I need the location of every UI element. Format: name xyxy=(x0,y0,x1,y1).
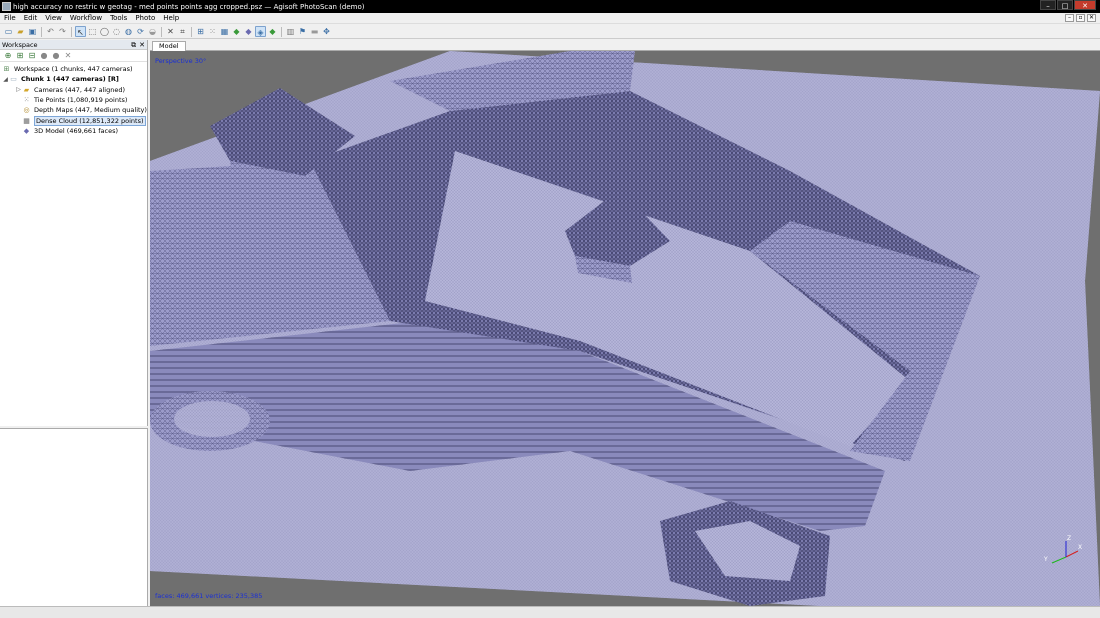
workspace-header: Workspace ⧉ ✕ xyxy=(0,40,147,50)
new-project-icon[interactable]: ▭ xyxy=(3,26,14,37)
show-cameras-icon[interactable]: ⊞ xyxy=(195,26,206,37)
toolbar-divider xyxy=(191,26,192,37)
depth-maps-icon: ◎ xyxy=(23,106,30,115)
perspective-label: Perspective 30° xyxy=(155,57,207,65)
mesh-render: Y X Z xyxy=(150,51,1100,606)
menu-tools[interactable]: Tools xyxy=(106,14,131,22)
menu-view[interactable]: View xyxy=(41,14,66,22)
add-chunk-icon[interactable]: ⊕ xyxy=(3,51,13,61)
minimize-button[interactable]: – xyxy=(1040,0,1056,10)
add-photos-icon[interactable]: ⊞ xyxy=(15,51,25,61)
tree-item-cameras[interactable]: ▷ ▰ Cameras (447, 447 aligned) xyxy=(0,85,147,95)
axis-label-x: X xyxy=(1078,544,1082,551)
tree-item-label: Depth Maps (447, Medium quality) xyxy=(34,106,147,115)
crop-selection-icon[interactable]: ⌗ xyxy=(177,26,188,37)
main-toolbar: ▭ ▰ ▣ ↶ ↷ ↖ ⬚ ◯ ◌ ◍ ⟳ ◒ ✕ ⌗ ⊞ ⁙ ▦ ◆ ◆ ◈ … xyxy=(0,25,1100,39)
model-icon: ◆ xyxy=(23,126,30,135)
toolbar-divider xyxy=(71,26,72,37)
workspace-icon: ⊞ xyxy=(3,65,10,74)
tree-item-workspace[interactable]: ⊞ Workspace (1 chunks, 447 cameras) xyxy=(0,64,147,74)
status-bar xyxy=(0,606,1100,618)
rectangle-selection-icon[interactable]: ⬚ xyxy=(87,26,98,37)
folder-icon: ▰ xyxy=(23,85,30,94)
menu-bar: File Edit View Workflow Tools Photo Help… xyxy=(0,13,1100,24)
workspace-panel: Workspace ⧉ ✕ ⊕ ⊞ ⊟ ● ● ✕ ⊞ Workspace (1… xyxy=(0,40,148,426)
collapse-arrow-icon[interactable]: ◢ xyxy=(2,76,9,83)
tree-item-label: Dense Cloud (12,851,322 points) xyxy=(34,115,146,126)
reset-view-icon[interactable]: ✥ xyxy=(321,26,332,37)
axis-label-y: Y xyxy=(1043,556,1048,563)
enable-icon[interactable]: ● xyxy=(39,51,49,61)
vehicle-left xyxy=(150,391,270,451)
doc-minimize-button[interactable]: – xyxy=(1065,14,1074,22)
remove-items-icon[interactable]: ✕ xyxy=(63,51,73,61)
disable-icon[interactable]: ● xyxy=(51,51,61,61)
toolbar-divider xyxy=(41,26,42,37)
dock-panel-icon[interactable]: ⧉ xyxy=(131,41,136,50)
view-tab-bar: Model xyxy=(150,40,1100,51)
tree-item-chunk[interactable]: ◢ ▭ Chunk 1 (447 cameras) [R] xyxy=(0,74,147,84)
workspace-toolbar: ⊕ ⊞ ⊟ ● ● ✕ xyxy=(0,50,147,62)
close-panel-icon[interactable]: ✕ xyxy=(139,41,145,50)
workspace-tree: ⊞ Workspace (1 chunks, 447 cameras) ◢ ▭ … xyxy=(0,62,147,136)
doc-restore-button[interactable]: ▫ xyxy=(1076,14,1085,22)
dense-cloud-icon[interactable]: ▦ xyxy=(219,26,230,37)
show-scalebars-icon[interactable]: ▬ xyxy=(309,26,320,37)
close-window-button[interactable]: ✕ xyxy=(1074,0,1096,10)
menu-photo[interactable]: Photo xyxy=(131,14,159,22)
tree-item-label: Chunk 1 (447 cameras) [R] xyxy=(21,75,119,84)
tree-item-label: 3D Model (469,661 faces) xyxy=(34,126,119,135)
toolbar-divider xyxy=(281,26,282,37)
window-controls: – □ ✕ xyxy=(1040,0,1096,10)
move-object-icon[interactable]: ◍ xyxy=(123,26,134,37)
tab-model[interactable]: Model xyxy=(152,41,186,51)
document-window-controls: – ▫ ✕ xyxy=(1065,14,1096,22)
wireframe-model-icon[interactable]: ◈ xyxy=(255,26,266,37)
redo-icon[interactable]: ↷ xyxy=(57,26,68,37)
chunk-icon: ▭ xyxy=(10,75,17,84)
tree-item-dense-cloud[interactable]: ▦ Dense Cloud (12,851,322 points) xyxy=(0,115,147,126)
axis-label-z: Z xyxy=(1067,535,1071,542)
title-bar: high accuracy no restric w geotag - med … xyxy=(0,0,1100,13)
add-folder-icon[interactable]: ⊟ xyxy=(27,51,37,61)
show-markers-icon[interactable]: ⚑ xyxy=(297,26,308,37)
toolbar-divider xyxy=(161,26,162,37)
tree-item-label: Tie Points (1,080,919 points) xyxy=(34,96,128,105)
point-cloud-icon[interactable]: ⁙ xyxy=(207,26,218,37)
model-stats-label: faces: 469,661 vertices: 235,385 xyxy=(155,592,263,600)
show-region-icon[interactable]: ▥ xyxy=(285,26,296,37)
expand-arrow-icon[interactable]: ▷ xyxy=(15,86,22,93)
menu-help[interactable]: Help xyxy=(159,14,183,22)
tree-item-depth-maps[interactable]: ◎ Depth Maps (447, Medium quality) xyxy=(0,105,147,115)
model-viewport[interactable]: Y X Z Perspective 30° faces: 469,661 ver… xyxy=(150,51,1100,606)
menu-file[interactable]: File xyxy=(0,14,20,22)
open-project-icon[interactable]: ▰ xyxy=(15,26,26,37)
resize-region-icon[interactable]: ◒ xyxy=(147,26,158,37)
dense-cloud-icon: ▦ xyxy=(23,116,30,125)
menu-edit[interactable]: Edit xyxy=(20,14,42,22)
delete-selection-icon[interactable]: ✕ xyxy=(165,26,176,37)
app-icon xyxy=(2,2,11,11)
undo-icon[interactable]: ↶ xyxy=(45,26,56,37)
menu-workflow[interactable]: Workflow xyxy=(66,14,106,22)
doc-close-button[interactable]: ✕ xyxy=(1087,14,1096,22)
circle-selection-icon[interactable]: ◯ xyxy=(99,26,110,37)
tie-points-icon: ⁙ xyxy=(23,96,30,105)
tree-item-label: Cameras (447, 447 aligned) xyxy=(34,85,126,94)
solid-model-icon[interactable]: ◆ xyxy=(243,26,254,37)
textured-model-icon[interactable]: ◆ xyxy=(267,26,278,37)
workspace-title: Workspace xyxy=(2,40,38,49)
shaded-model-icon[interactable]: ◆ xyxy=(231,26,242,37)
free-form-selection-icon[interactable]: ◌ xyxy=(111,26,122,37)
properties-panel xyxy=(0,428,148,606)
maximize-button[interactable]: □ xyxy=(1057,0,1073,10)
tree-item-tie-points[interactable]: ⁙ Tie Points (1,080,919 points) xyxy=(0,95,147,105)
tree-item-label: Workspace (1 chunks, 447 cameras) xyxy=(14,65,133,74)
tree-item-3d-model[interactable]: ◆ 3D Model (469,661 faces) xyxy=(0,126,147,136)
rotate-object-icon[interactable]: ⟳ xyxy=(135,26,146,37)
navigation-tool-icon[interactable]: ↖ xyxy=(75,26,86,37)
window-title: high accuracy no restric w geotag - med … xyxy=(13,2,365,11)
save-project-icon[interactable]: ▣ xyxy=(27,26,38,37)
